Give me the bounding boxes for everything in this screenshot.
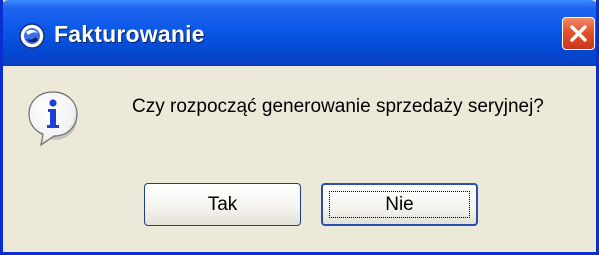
message-dialog: Fakturowanie Czy rozpocząć generowanie s… <box>0 0 599 255</box>
title-bar[interactable]: Fakturowanie <box>3 0 596 66</box>
dialog-body: Czy rozpocząć generowanie sprzedaży sery… <box>3 66 596 252</box>
yes-button[interactable]: Tak <box>144 183 301 226</box>
app-logo-icon <box>19 23 45 49</box>
close-icon <box>570 25 587 42</box>
information-icon <box>28 91 78 147</box>
no-button[interactable]: Nie <box>321 183 478 226</box>
yes-button-label: Tak <box>207 193 238 215</box>
dialog-message: Czy rozpocząć generowanie sprzedaży sery… <box>132 96 544 117</box>
close-button[interactable] <box>562 17 595 50</box>
window-title: Fakturowanie <box>54 21 205 47</box>
no-button-label: Nie <box>385 193 414 215</box>
